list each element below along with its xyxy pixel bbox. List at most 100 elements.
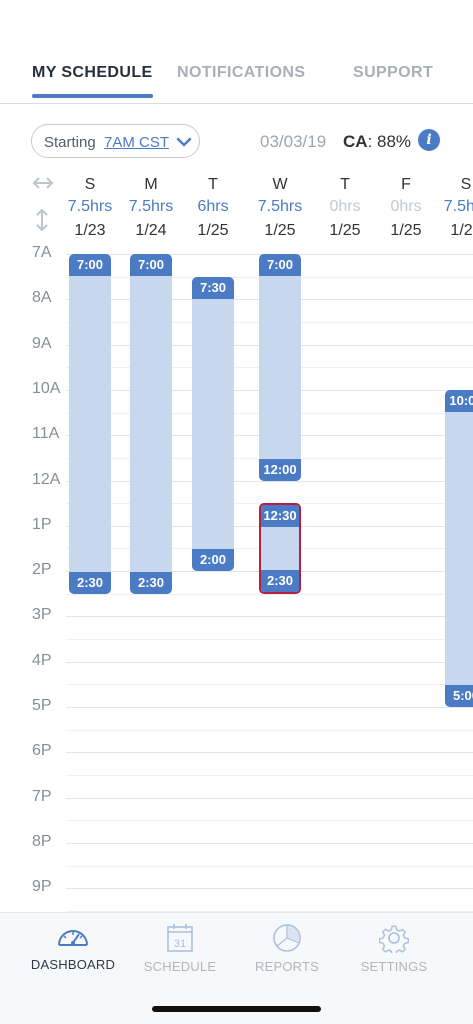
nav-settings-label: SETTINGS [360,959,428,974]
day-letter: T [208,176,218,193]
shift-end-time: 12:00 [259,458,301,481]
hour-label: 6P [32,742,52,760]
tab-my-schedule-label: MY SCHEDULE [32,64,153,81]
tab-support[interactable]: SUPPORT [353,64,433,82]
shift-block[interactable]: 7:00 2:30 [130,254,172,594]
ca-label: CA [343,132,368,151]
day-hours: 7.5hrs [67,198,113,215]
nav-schedule[interactable]: 31 SCHEDULE [125,923,235,974]
day-date: 1/25 [329,222,361,239]
schedule-grid: 7A 8A 9A 10A 11A 12A 1P 2P 3P 4P 5P 6P 7P 8P 9P 7:00 2:3… [0,240,473,912]
hour-label: 2P [32,561,52,579]
day-hours: 0hrs [329,198,361,215]
shift-block[interactable]: 7:00 12:00 [259,254,301,481]
half-hour-gridline [66,729,473,731]
nav-dashboard-label: DASHBOARD [30,957,116,972]
gear-icon [379,925,409,953]
day-column-header[interactable]: M 7.5hrs 1/24 [121,176,181,240]
shift-start-time: 7:30 [192,276,234,299]
half-hour-gridline [66,593,473,595]
vertical-resize-icon[interactable] [35,208,49,232]
starting-time-dropdown[interactable]: Starting 7AM CST [31,124,200,158]
schedule-toolbar: Starting 7AM CST 03/03/19 CA: 88% i [0,124,473,160]
hour-gridline [66,888,473,890]
hour-label: 4P [32,651,52,669]
hour-label: 8A [32,289,52,307]
home-indicator [152,1006,321,1012]
current-date: 03/03/19 [260,132,327,151]
day-column-header[interactable]: F 0hrs 1/25 [376,176,436,240]
hour-label: 1P [32,515,52,533]
shift-end-time: 5:00 [445,684,473,707]
ca-percentage: CA: 88% [343,132,411,152]
day-hours: 7.5hrs [257,198,303,215]
day-hours: 6hrs [197,198,229,215]
day-date: 1/25 [390,222,422,239]
tab-notifications-label: NOTIFICATIONS [177,64,306,81]
hour-gridline [66,842,473,844]
shift-block[interactable]: 7:30 2:00 [192,276,234,572]
calendar-day-number: 31 [174,938,186,950]
ca-value: : 88% [367,132,412,151]
day-column-header[interactable]: T 6hrs 1/25 [183,176,243,240]
day-letter: S [84,176,96,193]
tab-my-schedule[interactable]: MY SCHEDULE [32,64,153,98]
starting-value: 7AM CST [104,134,170,151]
hour-label: 11A [32,425,60,443]
horizontal-resize-icon[interactable] [32,176,54,190]
nav-reports[interactable]: REPORTS [232,923,342,974]
hour-label: 5P [32,697,52,714]
top-tabs: MY SCHEDULE NOTIFICATIONS SUPPORT [0,58,473,104]
day-column-header[interactable]: T 0hrs 1/25 [315,176,375,240]
hour-label: 9P [32,878,52,896]
nav-dashboard[interactable]: DASHBOARD [18,923,128,972]
day-hours: 7.5hrs [128,198,174,215]
starting-label: Starting [44,134,96,151]
calendar-icon: 31 [167,924,193,952]
day-date: 1/23 [74,222,106,239]
hour-gridline [66,797,473,799]
hour-gridline [66,661,473,663]
shift-block[interactable]: 7:00 2:30 [69,254,111,594]
half-hour-gridline [66,820,473,822]
shift-start-time: 12:30 [261,505,299,528]
hour-label: 7P [32,787,52,805]
day-column-header[interactable]: W 7.5hrs 1/25 [250,176,310,240]
shift-end-time: 2:30 [261,569,299,592]
day-date: 1/24 [135,222,167,239]
day-letter: S [460,176,472,193]
hour-label: 12A [32,470,61,488]
shift-start-time: 7:00 [259,254,301,276]
day-hours: 7.5hrs [443,198,473,215]
day-date: 1/25 [197,222,229,239]
hour-label: 9A [32,334,52,352]
pie-chart-icon [273,924,301,952]
day-letter: T [340,176,350,193]
hour-gridline [66,480,473,482]
shift-end-time: 2:30 [69,571,111,594]
day-letter: M [144,176,158,193]
day-date: 1/25 [264,222,296,239]
hour-gridline [66,752,473,754]
shift-block-selected[interactable]: 12:30 2:30 [259,503,301,594]
info-icon[interactable]: i [418,129,440,151]
day-column-header[interactable]: S 7.5hrs 1/25 [436,176,473,240]
shift-start-time: 7:00 [130,254,172,276]
half-hour-gridline [66,639,473,641]
tab-notifications[interactable]: NOTIFICATIONS [177,64,305,82]
shift-start-time: 7:00 [69,254,111,276]
hour-label: 7A [32,244,52,261]
half-hour-gridline [66,684,473,686]
hour-gridline [66,707,473,708]
day-date: 1/25 [450,222,473,239]
shift-start-time: 10:00 [445,389,473,412]
hour-label: 3P [32,606,52,624]
shift-end-time: 2:00 [192,549,234,572]
hour-gridline [66,616,473,618]
day-column-header[interactable]: S 7.5hrs 1/23 [60,176,120,240]
active-tab-underline [32,94,153,98]
nav-settings[interactable]: SETTINGS [339,923,449,974]
day-letter: F [401,176,411,193]
shift-block[interactable]: 10:00 5:00 [445,389,473,707]
tab-support-label: SUPPORT [353,64,434,81]
